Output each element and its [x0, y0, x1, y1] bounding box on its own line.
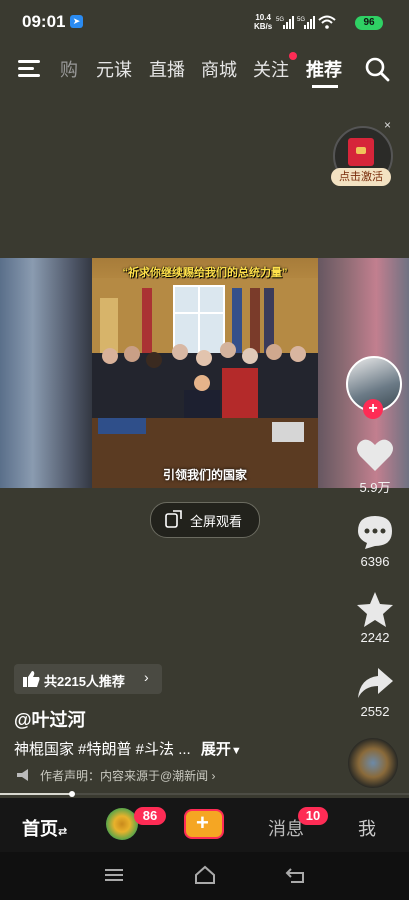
share-count: 2552 — [360, 704, 390, 719]
favorite-count: 2242 — [360, 630, 390, 645]
wifi-icon — [318, 15, 336, 29]
network-speed-value: 10.4 — [255, 13, 271, 22]
music-disc[interactable] — [348, 738, 398, 788]
close-icon[interactable]: × — [384, 118, 391, 132]
network-speed-unit: KB/s — [254, 22, 273, 31]
video-scene-illustration — [92, 278, 318, 488]
chevron-right-icon: › — [211, 769, 216, 783]
signal-label: 5G — [276, 17, 284, 23]
author-notice-text: 作者声明：内容来源于@潮新闻 — [40, 769, 209, 783]
app-notification-icon: ➤ — [70, 15, 83, 28]
expand-button[interactable]: 展开 — [201, 741, 231, 758]
megaphone-icon — [17, 769, 28, 781]
nav-home[interactable]: 首页⇄ — [22, 815, 67, 841]
tab-recommended[interactable]: 推荐 — [306, 56, 342, 82]
back-icon[interactable] — [285, 866, 307, 884]
active-tab-indicator — [312, 85, 338, 88]
share-icon[interactable] — [356, 666, 394, 700]
tab-following[interactable]: 关注 — [253, 56, 289, 82]
network-speed: 10.4 KB/s — [254, 13, 272, 31]
messages-badge: 10 — [298, 807, 328, 825]
tab-mall[interactable]: 商城 — [201, 56, 237, 82]
search-icon[interactable] — [364, 56, 390, 82]
video-caption-bottom: 引领我们的国家 — [162, 468, 247, 482]
chevron-right-icon: › — [144, 669, 149, 685]
author-name[interactable]: @叶过河 — [14, 706, 86, 732]
friends-badge: 86 — [134, 807, 166, 825]
tab-live[interactable]: 直播 — [149, 56, 185, 82]
star-icon[interactable] — [356, 590, 394, 628]
tab-yuanmou[interactable]: 元谋 — [96, 56, 132, 82]
fullscreen-icon — [165, 510, 182, 528]
progress-fill — [0, 793, 72, 795]
nav-friends-avatar[interactable] — [106, 808, 138, 840]
signal-icon-2: 5G — [297, 16, 315, 29]
menu-icon[interactable] — [18, 58, 44, 80]
following-notification-dot — [289, 52, 297, 60]
nav-me[interactable]: 我 — [358, 815, 376, 841]
swap-icon: ⇄ — [58, 826, 68, 838]
comment-count: 6396 — [360, 554, 390, 569]
video-frame[interactable] — [92, 258, 318, 488]
like-count: 5.9万 — [359, 480, 391, 495]
status-time: 09:01 — [22, 12, 66, 31]
recent-apps-icon[interactable] — [104, 867, 124, 883]
thumbs-up-icon — [23, 671, 40, 687]
heart-icon[interactable] — [356, 437, 394, 473]
tab-shopping[interactable]: 购 — [60, 56, 78, 82]
post-description-text: 神棍国家 #特朗普 #斗法 ... — [14, 741, 191, 758]
battery-indicator: 96 — [355, 16, 383, 30]
post-description: 神棍国家 #特朗普 #斗法 ... 展开▼ — [14, 738, 242, 759]
video-caption-top: “祈求你继续赐给我们的总统力量” — [122, 267, 288, 279]
author-notice[interactable]: 作者声明：内容来源于@潮新闻 › — [40, 767, 216, 784]
home-icon[interactable] — [194, 865, 216, 885]
comment-icon[interactable] — [356, 514, 394, 550]
red-envelope-seal — [356, 147, 366, 154]
red-packet-activate-label[interactable]: 点击激活 — [331, 168, 391, 186]
fullscreen-label: 全屏观看 — [190, 514, 243, 529]
signal-icon: 5G — [276, 16, 294, 29]
follow-plus-icon[interactable]: + — [363, 399, 383, 419]
plus-icon: + — [196, 810, 209, 835]
progress-handle[interactable] — [69, 791, 75, 797]
signal-label-2: 5G — [297, 17, 305, 23]
recommend-count-label: 共2215人推荐 — [44, 674, 125, 689]
chevron-down-icon: ▼ — [230, 745, 242, 757]
nav-home-label: 首页 — [22, 819, 58, 839]
